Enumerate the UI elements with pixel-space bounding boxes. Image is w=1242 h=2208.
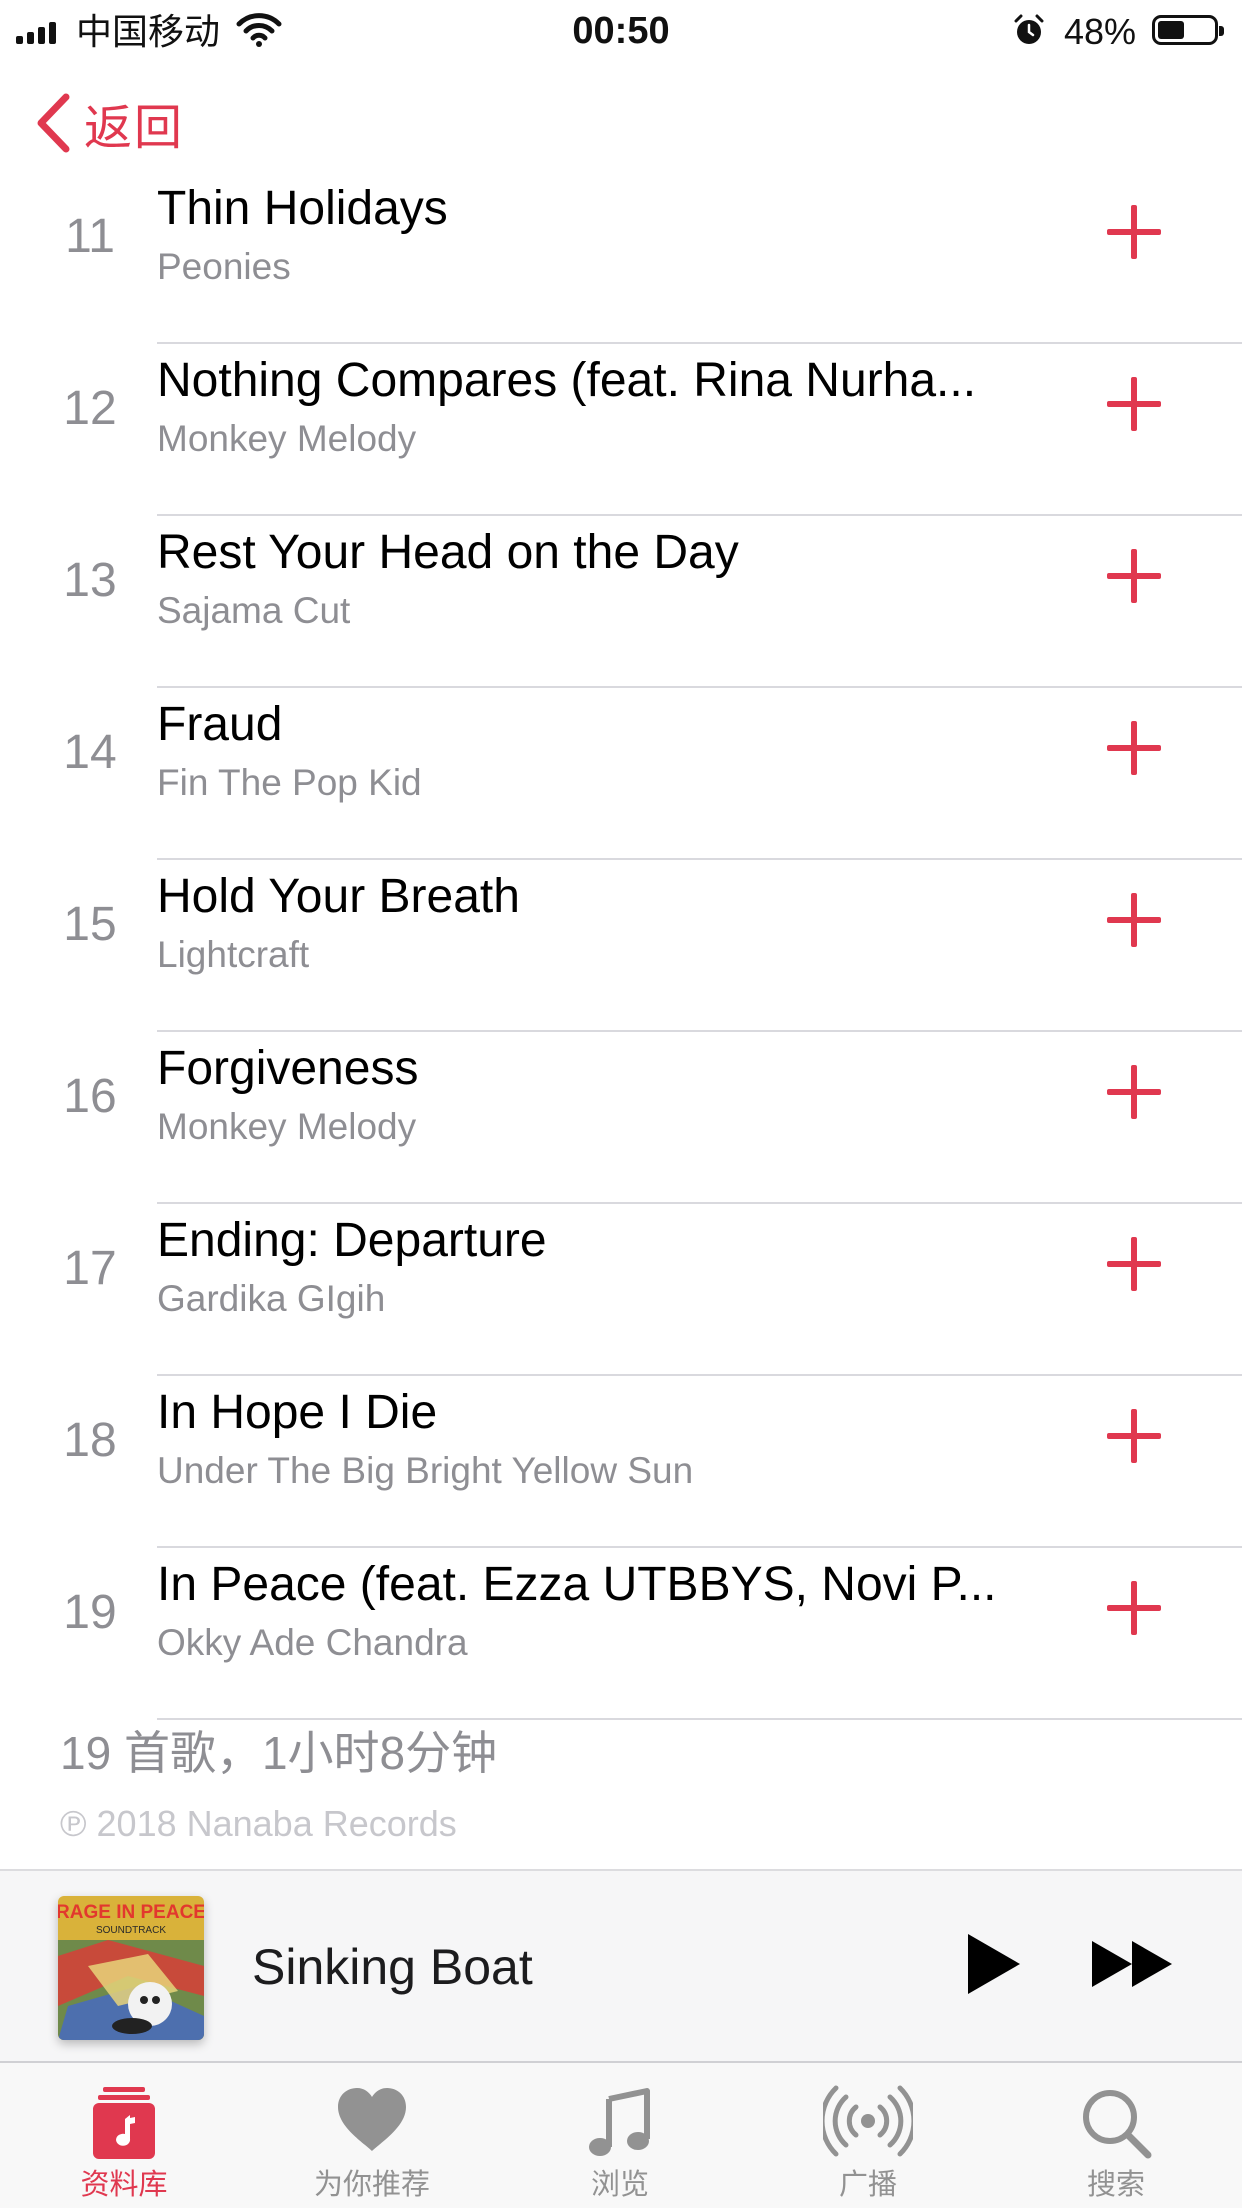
alarm-icon <box>1012 13 1046 52</box>
track-artist: Peonies <box>157 246 291 287</box>
tab-browse[interactable]: 浏览 <box>496 2063 744 2208</box>
track-list: 11 Thin Holidays Peonies 12 Nothing Compares… <box>0 172 1242 1720</box>
add-track-button[interactable] <box>1104 1062 1164 1122</box>
music-note-icon <box>589 2088 650 2156</box>
heart-icon <box>338 2088 406 2151</box>
copyright: ℗ 2018 Nanaba Records <box>60 1803 457 1844</box>
track-title: Ending: Departure <box>157 1214 547 1267</box>
now-playing-title[interactable]: Sinking Boat <box>252 1937 533 1997</box>
track-row[interactable]: 13 Rest Your Head on the Day Sajama Cut <box>0 516 1242 688</box>
nav-bar: 返回 <box>0 60 1242 185</box>
track-artist: Sajama Cut <box>157 590 351 631</box>
track-title: Fraud <box>157 698 283 751</box>
tab-bar: 资料库 为你推荐 浏览 广播 搜索 <box>0 2061 1242 2208</box>
track-artist: Lightcraft <box>157 934 310 975</box>
track-number: 12 <box>63 381 117 435</box>
track-artist: Monkey Melody <box>157 418 417 459</box>
track-title: Hold Your Breath <box>157 870 520 923</box>
status-bar: 中国移动 00:50 48% <box>0 0 1242 60</box>
track-row[interactable]: 12 Nothing Compares (feat. Rina Nurha... M… <box>0 344 1242 516</box>
track-artist: Monkey Melody <box>157 1106 417 1147</box>
status-time: 00:50 <box>572 10 670 52</box>
track-title: Thin Holidays <box>157 182 448 235</box>
tab-label: 为你推荐 <box>313 2169 430 2201</box>
tab-library[interactable]: 资料库 <box>0 2063 248 2208</box>
track-artist: Fin The Pop Kid <box>157 762 422 803</box>
track-number: 11 <box>65 209 115 263</box>
add-track-button[interactable] <box>1104 1578 1164 1638</box>
track-number: 19 <box>63 1585 117 1639</box>
add-track-button[interactable] <box>1104 374 1164 434</box>
add-track-button[interactable] <box>1104 1234 1164 1294</box>
track-row[interactable]: 17 Ending: Departure Gardika GIgih <box>0 1204 1242 1376</box>
tab-label: 广播 <box>838 2169 897 2201</box>
fast-forward-icon <box>1092 1941 1172 1987</box>
track-title: In Hope I Die <box>157 1386 438 1439</box>
tab-label: 资料库 <box>80 2169 168 2201</box>
track-artist: Under The Big Bright Yellow Sun <box>157 1450 694 1491</box>
play-icon <box>968 1934 1020 1994</box>
chevron-left-icon <box>37 93 70 153</box>
screen: 中国移动 00:50 48% 返回 11 Thin Holidays Peoni… <box>0 0 1242 2208</box>
track-title: Forgiveness <box>157 1042 419 1095</box>
library-icon <box>93 2087 155 2159</box>
track-row[interactable]: 15 Hold Your Breath Lightcraft <box>0 860 1242 1032</box>
track-title: Nothing Compares (feat. Rina Nurha... <box>157 354 977 407</box>
back-button[interactable]: 返回 <box>34 88 184 158</box>
track-row[interactable]: 14 Fraud Fin The Pop Kid <box>0 688 1242 860</box>
track-number: 14 <box>63 725 117 779</box>
track-number: 17 <box>63 1241 117 1295</box>
mini-player[interactable]: RAGE IN PEACE SOUNDTRACK Sinking Boat <box>0 1869 1242 2061</box>
track-number: 13 <box>63 553 117 607</box>
artwork-title: RAGE IN PEACE <box>58 1902 204 1923</box>
back-label: 返回 <box>84 102 185 155</box>
track-number: 15 <box>63 897 117 951</box>
album-artwork[interactable]: RAGE IN PEACE SOUNDTRACK <box>58 1896 204 2040</box>
add-track-button[interactable] <box>1104 890 1164 950</box>
add-track-button[interactable] <box>1104 718 1164 778</box>
add-track-button[interactable] <box>1104 202 1164 262</box>
artwork-subtitle: SOUNDTRACK <box>96 1925 166 1936</box>
battery-percent: 48% <box>1064 11 1137 52</box>
radio-icon <box>823 2085 913 2157</box>
tab-label: 搜索 <box>1086 2169 1145 2201</box>
row-divider <box>157 1718 1242 1720</box>
track-artist: Okky Ade Chandra <box>157 1622 468 1663</box>
add-track-button[interactable] <box>1104 546 1164 606</box>
battery-icon <box>1152 15 1224 45</box>
tab-search[interactable]: 搜索 <box>992 2063 1240 2208</box>
tab-for-you[interactable]: 为你推荐 <box>248 2063 496 2208</box>
play-button[interactable] <box>958 1929 1028 1999</box>
track-number: 18 <box>63 1413 117 1467</box>
track-title: Rest Your Head on the Day <box>157 526 739 579</box>
track-row[interactable]: 16 Forgiveness Monkey Melody <box>0 1032 1242 1204</box>
tab-label: 浏览 <box>590 2169 649 2201</box>
track-artist: Gardika GIgih <box>157 1278 386 1319</box>
search-icon <box>1083 2090 1152 2159</box>
track-number: 16 <box>63 1069 117 1123</box>
fast-forward-button[interactable] <box>1088 1929 1178 1999</box>
add-track-button[interactable] <box>1104 1406 1164 1466</box>
album-summary: 19 首歌，1小时8分钟 <box>60 1727 498 1779</box>
track-row[interactable]: 18 In Hope I Die Under The Big Bright Yell… <box>0 1376 1242 1548</box>
track-row[interactable]: 19 In Peace (feat. Ezza UTBBYS, Novi P...… <box>0 1548 1242 1720</box>
track-title: In Peace (feat. Ezza UTBBYS, Novi P... <box>157 1558 997 1611</box>
tab-radio[interactable]: 广播 <box>744 2063 992 2208</box>
track-row[interactable]: 11 Thin Holidays Peonies <box>0 172 1242 344</box>
